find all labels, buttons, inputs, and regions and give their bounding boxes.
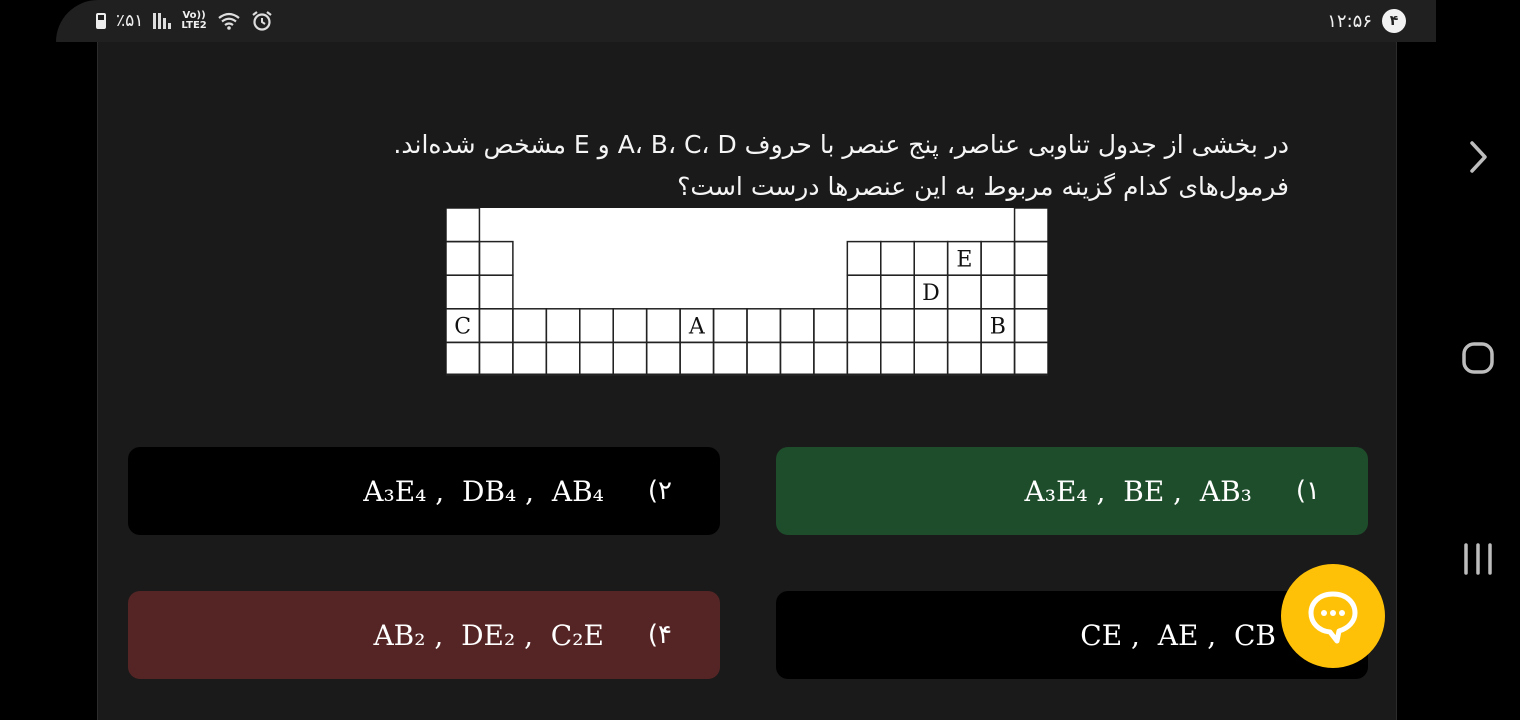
clock: ۱۲:۵۶ [1327, 10, 1372, 32]
recents-button[interactable] [1454, 535, 1502, 583]
chat-support-button[interactable] [1281, 564, 1385, 668]
element-label-b: B [990, 315, 1006, 340]
network-indicator: Vo)) LTE2 [181, 11, 206, 31]
next-button[interactable] [1454, 133, 1502, 181]
notification-badge: ۴ [1382, 9, 1406, 33]
network-label: LTE2 [181, 20, 207, 31]
recents-icon [1464, 543, 1492, 575]
question-text: در بخشی از جدول تناوبی عناصر، پنج عنصر ب… [289, 124, 1289, 208]
question-line-1: در بخشی از جدول تناوبی عناصر، پنج عنصر ب… [393, 130, 1289, 159]
option-4[interactable]: AB₂ , DE₂ , C₂E (۴ [128, 591, 720, 679]
question-panel: در بخشی از جدول تناوبی عناصر، پنج عنصر ب… [97, 42, 1397, 720]
home-button[interactable] [1454, 334, 1502, 382]
navigation-bar [1436, 42, 1520, 720]
status-left: ٪۵۱ Vo)) LTE2 [96, 8, 273, 34]
option-1-number: (۱ [1295, 476, 1320, 506]
option-4-number: (۴ [647, 620, 672, 650]
battery-icon [96, 13, 106, 29]
element-label-e: E [956, 247, 972, 272]
chat-bubble-icon [1308, 591, 1358, 644]
option-3[interactable]: CE , AE , CB [776, 591, 1368, 679]
option-1-formula: A₃E₄ , BE , AB₃ [1024, 474, 1252, 508]
status-bar: ٪۵۱ Vo)) LTE2 ۱۲:۵۶ ۴ [56, 0, 1436, 42]
element-label-d: D [922, 281, 940, 306]
home-icon [1462, 342, 1494, 374]
chevron-right-icon [1470, 141, 1487, 173]
signal-icon [153, 13, 172, 29]
element-label-c: C [454, 315, 471, 340]
battery-percent: ٪۵۱ [116, 11, 144, 31]
option-2[interactable]: A₃E₄ , DB₄ , AB₄ (۲ [128, 447, 720, 535]
status-right: ۱۲:۵۶ ۴ [1327, 8, 1406, 34]
question-line-2: فرمول‌های کدام گزینه مربوط به این عنصرها… [677, 172, 1289, 201]
option-4-formula: AB₂ , DE₂ , C₂E [373, 618, 604, 652]
element-label-a: A [688, 315, 706, 340]
periodic-table-image: ED C A B [446, 208, 1048, 376]
option-1[interactable]: A₃E₄ , BE , AB₃ (۱ [776, 447, 1368, 535]
option-3-formula: CE , AE , CB [1080, 618, 1276, 652]
wifi-icon [218, 12, 240, 30]
option-2-number: (۲ [647, 476, 672, 506]
option-2-formula: A₃E₄ , DB₄ , AB₄ [363, 474, 604, 508]
alarm-icon [252, 11, 272, 31]
